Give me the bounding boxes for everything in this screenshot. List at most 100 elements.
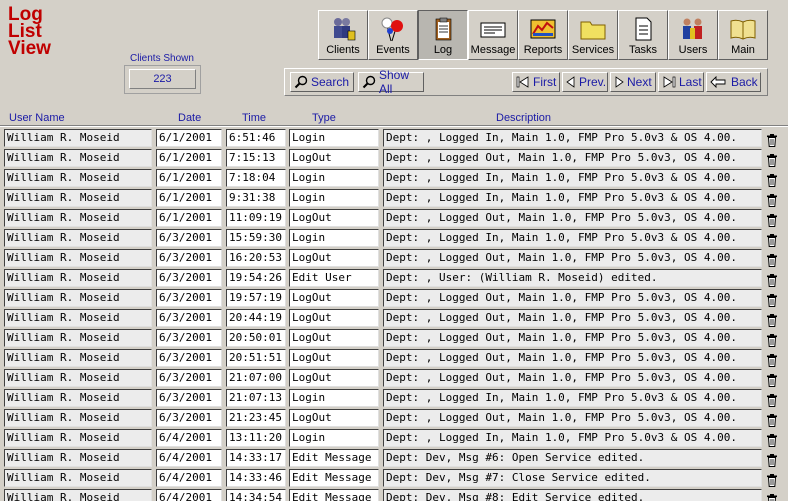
- cell-date[interactable]: 6/4/2001: [156, 429, 222, 447]
- cell-description[interactable]: Dept: , Logged Out, Main 1.0, FMP Pro 5.…: [383, 349, 762, 367]
- table-row[interactable]: William R. Moseid 6/4/2001 14:33:46 Edit Me…: [0, 468, 788, 488]
- cell-date[interactable]: 6/4/2001: [156, 469, 222, 487]
- toolbar-button-log[interactable]: Log: [418, 10, 468, 60]
- trash-icon[interactable]: [766, 292, 778, 307]
- search-button[interactable]: Search: [290, 72, 354, 92]
- cell-user-name[interactable]: William R. Moseid: [4, 249, 152, 267]
- cell-date[interactable]: 6/3/2001: [156, 289, 222, 307]
- cell-user-name[interactable]: William R. Moseid: [4, 369, 152, 387]
- cell-time[interactable]: 19:54:26: [226, 269, 286, 287]
- cell-date[interactable]: 6/3/2001: [156, 269, 222, 287]
- cell-user-name[interactable]: William R. Moseid: [4, 229, 152, 247]
- cell-date[interactable]: 6/4/2001: [156, 449, 222, 467]
- trash-icon[interactable]: [766, 252, 778, 267]
- back-button[interactable]: Back: [706, 72, 761, 92]
- cell-description[interactable]: Dept: Dev, Msg #6: Open Service edited.: [383, 449, 762, 467]
- trash-icon[interactable]: [766, 412, 778, 427]
- show-all-button[interactable]: Show All: [358, 68, 424, 96]
- cell-description[interactable]: Dept: , User: (William R. Moseid) edited…: [383, 269, 762, 287]
- toolbar-button-reports[interactable]: Reports: [518, 10, 568, 60]
- trash-icon[interactable]: [766, 172, 778, 187]
- cell-user-name[interactable]: William R. Moseid: [4, 129, 152, 147]
- cell-description[interactable]: Dept: , Logged In, Main 1.0, FMP Pro 5.0…: [383, 169, 762, 187]
- cell-type[interactable]: Edit Message: [289, 489, 379, 501]
- cell-description[interactable]: Dept: Dev, Msg #8: Edit Service edited.: [383, 489, 762, 501]
- cell-type[interactable]: Login: [289, 389, 379, 407]
- cell-time[interactable]: 20:50:01: [226, 329, 286, 347]
- cell-description[interactable]: Dept: , Logged In, Main 1.0, FMP Pro 5.0…: [383, 189, 762, 207]
- cell-date[interactable]: 6/3/2001: [156, 389, 222, 407]
- cell-date[interactable]: 6/1/2001: [156, 169, 222, 187]
- cell-time[interactable]: 14:34:54: [226, 489, 286, 501]
- cell-user-name[interactable]: William R. Moseid: [4, 149, 152, 167]
- cell-date[interactable]: 6/3/2001: [156, 249, 222, 267]
- cell-description[interactable]: Dept: , Logged Out, Main 1.0, FMP Pro 5.…: [383, 329, 762, 347]
- cell-time[interactable]: 15:59:30: [226, 229, 286, 247]
- cell-user-name[interactable]: William R. Moseid: [4, 429, 152, 447]
- trash-icon[interactable]: [766, 492, 778, 501]
- table-row[interactable]: William R. Moseid 6/4/2001 13:11:20 Login De…: [0, 428, 788, 448]
- cell-type[interactable]: LogOut: [289, 289, 379, 307]
- cell-time[interactable]: 21:07:13: [226, 389, 286, 407]
- cell-user-name[interactable]: William R. Moseid: [4, 189, 152, 207]
- cell-type[interactable]: Login: [289, 189, 379, 207]
- cell-type[interactable]: Login: [289, 229, 379, 247]
- toolbar-button-services[interactable]: Services: [568, 10, 618, 60]
- trash-icon[interactable]: [766, 272, 778, 287]
- last-button[interactable]: Last: [658, 72, 704, 92]
- cell-description[interactable]: Dept: , Logged Out, Main 1.0, FMP Pro 5.…: [383, 249, 762, 267]
- cell-time[interactable]: 14:33:17: [226, 449, 286, 467]
- cell-date[interactable]: 6/3/2001: [156, 409, 222, 427]
- cell-type[interactable]: Login: [289, 129, 379, 147]
- cell-time[interactable]: 7:15:13: [226, 149, 286, 167]
- cell-description[interactable]: Dept: , Logged In, Main 1.0, FMP Pro 5.0…: [383, 429, 762, 447]
- toolbar-button-main[interactable]: Main: [718, 10, 768, 60]
- cell-type[interactable]: LogOut: [289, 309, 379, 327]
- cell-description[interactable]: Dept: , Logged Out, Main 1.0, FMP Pro 5.…: [383, 409, 762, 427]
- cell-date[interactable]: 6/3/2001: [156, 329, 222, 347]
- cell-user-name[interactable]: William R. Moseid: [4, 169, 152, 187]
- next-button[interactable]: Next: [610, 72, 656, 92]
- cell-time[interactable]: 7:18:04: [226, 169, 286, 187]
- cell-date[interactable]: 6/3/2001: [156, 349, 222, 367]
- cell-type[interactable]: Edit Message: [289, 449, 379, 467]
- cell-description[interactable]: Dept: , Logged Out, Main 1.0, FMP Pro 5.…: [383, 209, 762, 227]
- cell-date[interactable]: 6/1/2001: [156, 209, 222, 227]
- cell-time[interactable]: 19:57:19: [226, 289, 286, 307]
- cell-date[interactable]: 6/3/2001: [156, 369, 222, 387]
- cell-date[interactable]: 6/4/2001: [156, 489, 222, 501]
- trash-icon[interactable]: [766, 232, 778, 247]
- cell-type[interactable]: LogOut: [289, 149, 379, 167]
- cell-type[interactable]: Login: [289, 429, 379, 447]
- cell-user-name[interactable]: William R. Moseid: [4, 489, 152, 501]
- cell-time[interactable]: 9:31:38: [226, 189, 286, 207]
- cell-type[interactable]: Login: [289, 169, 379, 187]
- trash-icon[interactable]: [766, 332, 778, 347]
- cell-user-name[interactable]: William R. Moseid: [4, 349, 152, 367]
- trash-icon[interactable]: [766, 212, 778, 227]
- table-row[interactable]: William R. Moseid 6/3/2001 15:59:30 Login De…: [0, 228, 788, 248]
- toolbar-button-tasks[interactable]: Tasks: [618, 10, 668, 60]
- cell-description[interactable]: Dept: , Logged Out, Main 1.0, FMP Pro 5.…: [383, 309, 762, 327]
- cell-description[interactable]: Dept: , Logged In, Main 1.0, FMP Pro 5.0…: [383, 129, 762, 147]
- table-row[interactable]: William R. Moseid 6/1/2001 6:51:46 Login Dep…: [0, 128, 788, 148]
- table-row[interactable]: William R. Moseid 6/3/2001 19:57:19 LogOut D…: [0, 288, 788, 308]
- cell-date[interactable]: 6/1/2001: [156, 129, 222, 147]
- cell-description[interactable]: Dept: , Logged Out, Main 1.0, FMP Pro 5.…: [383, 149, 762, 167]
- table-row[interactable]: William R. Moseid 6/4/2001 14:34:54 Edit Me…: [0, 488, 788, 501]
- trash-icon[interactable]: [766, 352, 778, 367]
- cell-type[interactable]: LogOut: [289, 249, 379, 267]
- table-row[interactable]: William R. Moseid 6/3/2001 20:50:01 LogOut D…: [0, 328, 788, 348]
- cell-user-name[interactable]: William R. Moseid: [4, 469, 152, 487]
- trash-icon[interactable]: [766, 392, 778, 407]
- trash-icon[interactable]: [766, 432, 778, 447]
- table-row[interactable]: William R. Moseid 6/3/2001 20:44:19 LogOut D…: [0, 308, 788, 328]
- cell-type[interactable]: Edit Message: [289, 469, 379, 487]
- trash-icon[interactable]: [766, 372, 778, 387]
- prev-button[interactable]: Prev.: [562, 72, 608, 92]
- toolbar-button-users[interactable]: Users: [668, 10, 718, 60]
- table-row[interactable]: William R. Moseid 6/1/2001 11:09:19 LogOut D…: [0, 208, 788, 228]
- table-row[interactable]: William R. Moseid 6/4/2001 14:33:17 Edit Me…: [0, 448, 788, 468]
- cell-time[interactable]: 21:07:00: [226, 369, 286, 387]
- cell-user-name[interactable]: William R. Moseid: [4, 389, 152, 407]
